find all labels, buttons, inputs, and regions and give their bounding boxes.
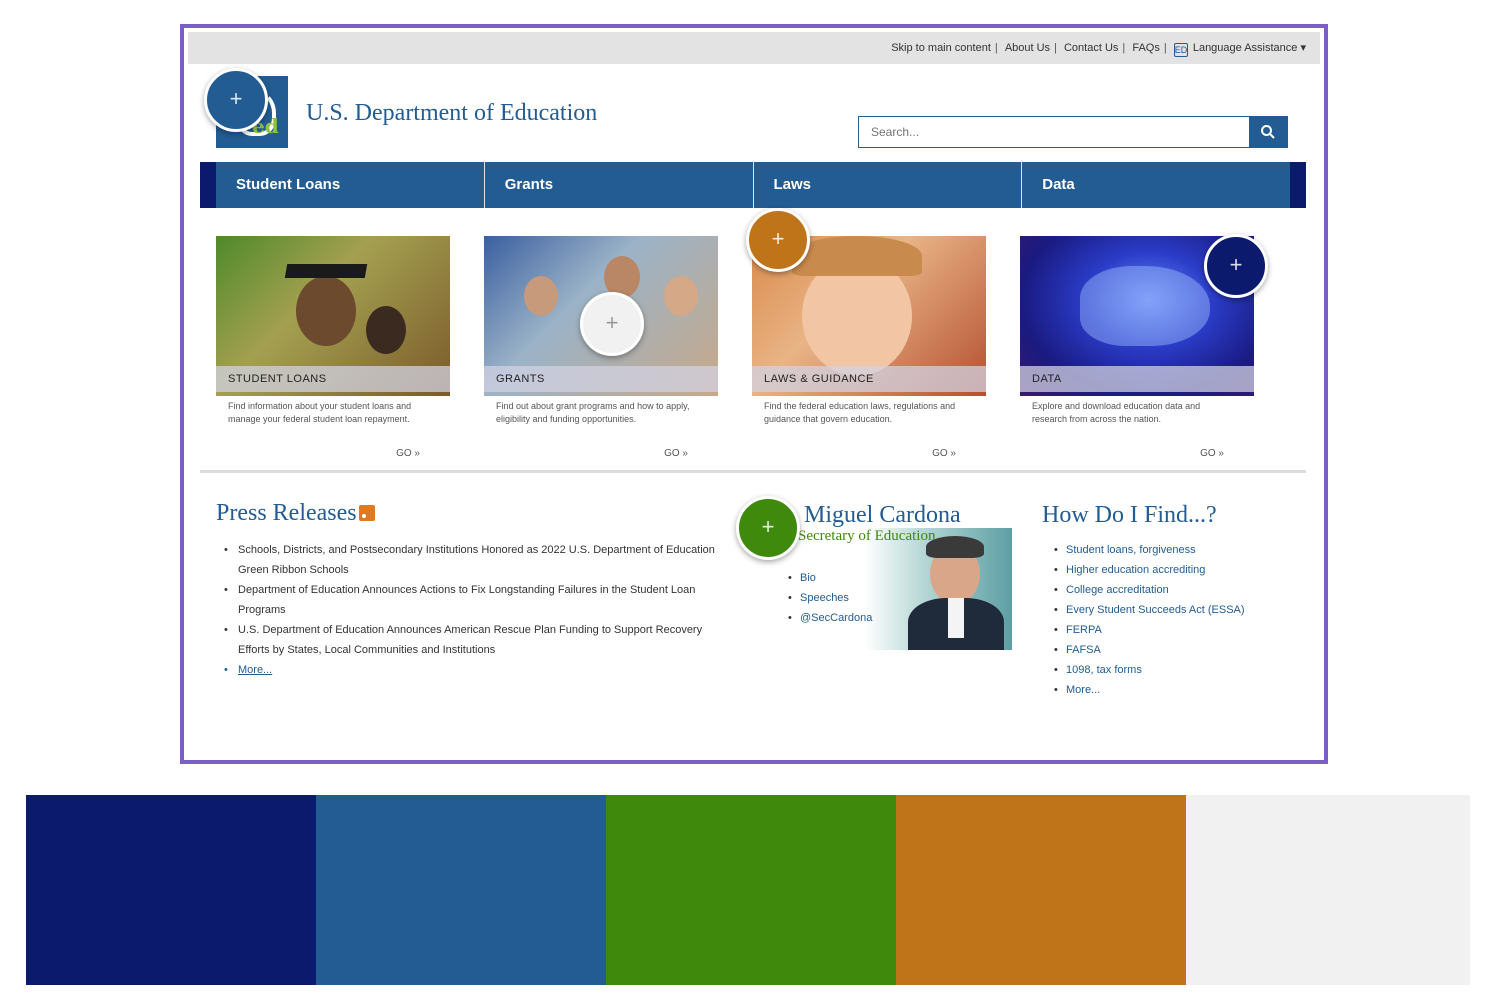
nav-item-data[interactable]: Data <box>1022 162 1290 208</box>
card-go-link[interactable]: GO » <box>1200 448 1224 459</box>
swatch-navy <box>26 795 316 985</box>
how-do-i-find-list: Student loans, forgiveness Higher educat… <box>1054 540 1264 700</box>
card-go-link[interactable]: GO » <box>932 448 956 459</box>
card-caption: GRANTS <box>484 366 718 392</box>
find-item[interactable]: 1098, tax forms <box>1054 660 1264 680</box>
bio-link[interactable]: Bio <box>788 568 872 588</box>
plus-marker-blue[interactable]: + <box>204 68 268 132</box>
find-item[interactable]: Higher education accrediting <box>1054 560 1264 580</box>
nav-item-student-loans[interactable]: Student Loans <box>216 162 485 208</box>
search-box <box>858 116 1288 148</box>
press-release-item[interactable]: Schools, Districts, and Postsecondary In… <box>224 540 724 580</box>
faqs-link[interactable]: FAQs <box>1132 42 1160 54</box>
main-nav: Student Loans Grants Laws Data <box>200 162 1306 208</box>
card-caption: LAWS & GUIDANCE <box>752 366 986 392</box>
card-description: Explore and download education data and … <box>1032 401 1201 424</box>
card-description: Find out about grant programs and how to… <box>496 401 690 424</box>
press-release-item[interactable]: Department of Education Announces Action… <box>224 580 724 620</box>
search-input[interactable] <box>859 117 1251 147</box>
card-go-link[interactable]: GO » <box>664 448 688 459</box>
site-title[interactable]: U.S. Department of Education <box>306 100 597 127</box>
card-caption: STUDENT LOANS <box>216 366 450 392</box>
language-icon: ED <box>1173 43 1188 57</box>
plus-marker-light[interactable]: + <box>580 292 644 356</box>
search-button[interactable] <box>1249 117 1287 147</box>
speeches-link[interactable]: Speeches <box>788 588 872 608</box>
card-student-loans[interactable]: STUDENT LOANS Find information about you… <box>216 236 450 466</box>
secretary-name: Miguel Cardona <box>804 502 961 528</box>
about-us-link[interactable]: About Us <box>1005 42 1050 54</box>
skip-link[interactable]: Skip to main content <box>891 42 991 54</box>
color-palette <box>26 795 1470 985</box>
plus-marker-green[interactable]: + <box>736 496 800 560</box>
find-item[interactable]: College accreditation <box>1054 580 1264 600</box>
nav-item-laws[interactable]: Laws <box>754 162 1023 208</box>
press-release-item[interactable]: U.S. Department of Education Announces A… <box>224 620 724 660</box>
section-divider <box>200 470 1306 473</box>
plus-marker-orange[interactable]: + <box>746 208 810 272</box>
plus-marker-navy[interactable]: + <box>1204 234 1268 298</box>
find-item[interactable]: Student loans, forgiveness <box>1054 540 1264 560</box>
swatch-orange <box>896 795 1186 985</box>
nav-item-grants[interactable]: Grants <box>485 162 754 208</box>
rss-icon[interactable] <box>358 505 375 521</box>
find-item[interactable]: Every Student Succeeds Act (ESSA) <box>1054 600 1264 620</box>
how-do-i-find-title: How Do I Find...? <box>1042 502 1217 528</box>
secretary-role: Secretary of Education <box>798 528 936 544</box>
search-icon <box>1261 125 1275 139</box>
card-description: Find the federal education laws, regulat… <box>764 401 956 424</box>
find-item[interactable]: FERPA <box>1054 620 1264 640</box>
browser-frame: Skip to main content | About Us | Contact … <box>180 24 1328 764</box>
card-caption: DATA <box>1020 366 1254 392</box>
card-go-link[interactable]: GO » <box>396 448 420 459</box>
secretary-links: Bio Speeches @SecCardona <box>788 568 872 628</box>
twitter-link[interactable]: @SecCardona <box>788 608 872 628</box>
swatch-blue <box>316 795 606 985</box>
utility-bar: Skip to main content | About Us | Contact … <box>188 32 1320 64</box>
find-more-link[interactable]: More... <box>1054 680 1264 700</box>
secretary-photo <box>864 528 1012 650</box>
contact-us-link[interactable]: Contact Us <box>1064 42 1118 54</box>
press-release-list: Schools, Districts, and Postsecondary In… <box>224 540 724 680</box>
swatch-green <box>606 795 896 985</box>
press-releases-title: Press Releases <box>216 500 375 527</box>
language-assistance-link[interactable]: Language Assistance ▾ <box>1193 41 1306 54</box>
swatch-light <box>1186 795 1470 985</box>
card-description: Find information about your student loan… <box>228 401 412 424</box>
find-item[interactable]: FAFSA <box>1054 640 1264 660</box>
press-more-link[interactable]: More... <box>224 660 724 680</box>
